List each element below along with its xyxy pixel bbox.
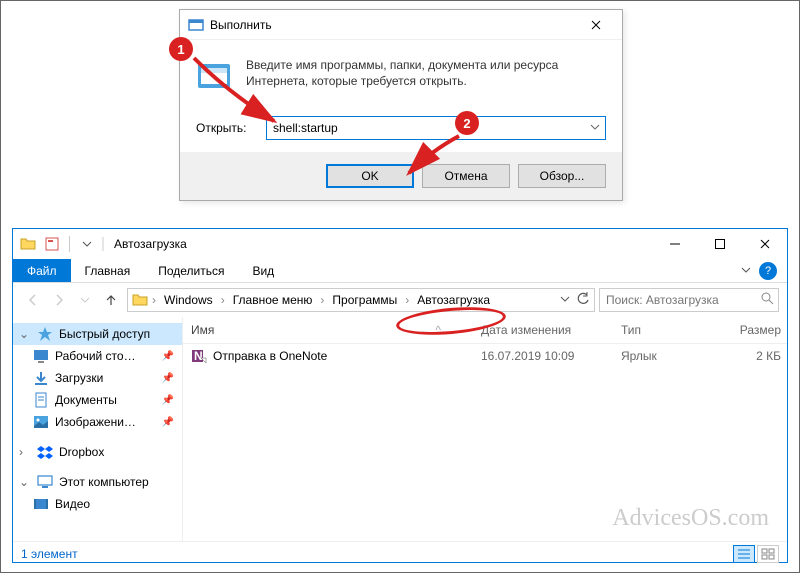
sidebar-item-label: Видео <box>55 497 90 511</box>
file-list: Имя^ Дата изменения Тип Размер N Отправк… <box>183 317 787 541</box>
nav-back-button[interactable] <box>21 288 45 312</box>
address-bar[interactable]: › Windows › Главное меню › Программы › А… <box>127 288 595 312</box>
help-icon[interactable]: ? <box>759 262 777 280</box>
pin-icon: 📌 <box>162 373 174 384</box>
qat-properties-icon[interactable] <box>41 233 63 255</box>
file-size: 2 КБ <box>721 349 781 363</box>
maximize-button[interactable] <box>697 230 742 259</box>
close-button[interactable] <box>742 230 787 259</box>
search-input[interactable] <box>606 293 761 307</box>
file-type: Ярлык <box>621 349 721 363</box>
sort-asc-icon: ^ <box>435 323 441 337</box>
videos-icon <box>33 496 49 512</box>
chevron-right-icon[interactable]: › <box>219 293 227 307</box>
browse-button[interactable]: Обзор... <box>518 164 606 188</box>
callout-2: 2 <box>455 111 479 135</box>
pictures-icon <box>33 414 49 430</box>
ribbon-tab-share[interactable]: Поделиться <box>144 259 238 282</box>
ribbon-tab-view[interactable]: Вид <box>238 259 288 282</box>
file-row[interactable]: N Отправка в OneNote 16.07.2019 10:09 Яр… <box>183 344 787 368</box>
breadcrumb-item[interactable]: Windows <box>160 289 217 311</box>
refresh-icon[interactable] <box>576 292 590 309</box>
navigation-pane: ⌄ Быстрый доступ Рабочий сто… 📌 Загрузки… <box>13 317 183 541</box>
run-titlebar[interactable]: Выполнить <box>180 10 622 40</box>
callout-1: 1 <box>169 37 193 61</box>
arrow-1 <box>189 53 289 133</box>
ribbon-tab-file[interactable]: Файл <box>13 259 71 282</box>
pin-icon: 📌 <box>162 417 174 428</box>
desktop-icon <box>33 348 49 364</box>
documents-icon <box>33 392 49 408</box>
sidebar-item-label: Загрузки <box>55 371 103 385</box>
chevron-right-icon[interactable]: › <box>150 293 158 307</box>
explorer-window: Автозагрузка Файл Главная Поделиться Вид… <box>12 228 788 563</box>
sidebar-dropbox[interactable]: › Dropbox <box>13 441 182 463</box>
svg-text:N: N <box>194 349 203 363</box>
chevron-right-icon[interactable]: › <box>318 293 326 307</box>
breadcrumb-item[interactable]: Автозагрузка <box>413 289 494 311</box>
ribbon-expand-icon[interactable] <box>741 264 751 278</box>
sidebar-item-label: Этот компьютер <box>59 475 149 489</box>
nav-up-button[interactable] <box>99 288 123 312</box>
sidebar-item-label: Dropbox <box>59 445 104 459</box>
run-title-icon <box>188 17 204 33</box>
sidebar-videos[interactable]: Видео <box>13 493 182 515</box>
status-text: 1 элемент <box>21 547 78 561</box>
run-title: Выполнить <box>210 18 573 32</box>
sidebar-pictures[interactable]: Изображени… 📌 <box>13 411 182 433</box>
ribbon: Файл Главная Поделиться Вид ? <box>13 259 787 283</box>
dropbox-icon <box>37 444 53 460</box>
column-date[interactable]: Дата изменения <box>481 323 621 337</box>
computer-icon <box>37 474 53 490</box>
breadcrumb-item[interactable]: Главное меню <box>229 289 317 311</box>
sidebar-item-label: Изображени… <box>55 415 136 429</box>
onenote-shortcut-icon: N <box>191 348 207 364</box>
pin-icon: 📌 <box>162 351 174 362</box>
sidebar-quick-access[interactable]: ⌄ Быстрый доступ <box>13 323 182 345</box>
star-icon <box>37 326 53 342</box>
view-icons-button[interactable] <box>757 545 779 563</box>
explorer-titlebar[interactable]: Автозагрузка <box>13 229 787 259</box>
chevron-down-icon[interactable] <box>560 293 570 307</box>
column-headers[interactable]: Имя^ Дата изменения Тип Размер <box>183 317 787 344</box>
minimize-button[interactable] <box>652 230 697 259</box>
chevron-down-icon[interactable]: ⌄ <box>19 327 29 341</box>
address-bar-row: › Windows › Главное меню › Программы › А… <box>13 283 787 317</box>
arrow-2 <box>401 131 471 181</box>
sidebar-downloads[interactable]: Загрузки 📌 <box>13 367 182 389</box>
chevron-right-icon[interactable]: › <box>19 445 29 459</box>
close-button[interactable] <box>573 11 618 39</box>
folder-icon <box>132 292 148 308</box>
explorer-title: Автозагрузка <box>114 237 187 251</box>
run-description: Введите имя программы, папки, документа … <box>246 58 606 94</box>
column-name[interactable]: Имя^ <box>191 323 481 337</box>
file-name: Отправка в OneNote <box>213 349 327 363</box>
search-box[interactable] <box>599 288 779 312</box>
chevron-down-icon[interactable]: ⌄ <box>19 475 29 489</box>
breadcrumb-item[interactable]: Программы <box>328 289 401 311</box>
sidebar-documents[interactable]: Документы 📌 <box>13 389 182 411</box>
status-bar: 1 элемент <box>13 541 787 565</box>
view-details-button[interactable] <box>733 545 755 563</box>
pin-icon: 📌 <box>162 395 174 406</box>
chevron-right-icon[interactable]: › <box>403 293 411 307</box>
folder-icon <box>17 233 39 255</box>
file-date: 16.07.2019 10:09 <box>481 349 621 363</box>
sidebar-item-label: Документы <box>55 393 117 407</box>
search-icon[interactable] <box>761 292 774 308</box>
downloads-icon <box>33 370 49 386</box>
sidebar-desktop[interactable]: Рабочий сто… 📌 <box>13 345 182 367</box>
column-size[interactable]: Размер <box>721 323 781 337</box>
column-type[interactable]: Тип <box>621 323 721 337</box>
nav-recent-button[interactable] <box>73 288 97 312</box>
sidebar-item-label: Рабочий сто… <box>55 349 136 363</box>
sidebar-this-pc[interactable]: ⌄ Этот компьютер <box>13 471 182 493</box>
sidebar-item-label: Быстрый доступ <box>59 327 150 341</box>
nav-forward-button[interactable] <box>47 288 71 312</box>
ribbon-tab-home[interactable]: Главная <box>71 259 145 282</box>
qat-chevron-icon[interactable] <box>76 233 98 255</box>
